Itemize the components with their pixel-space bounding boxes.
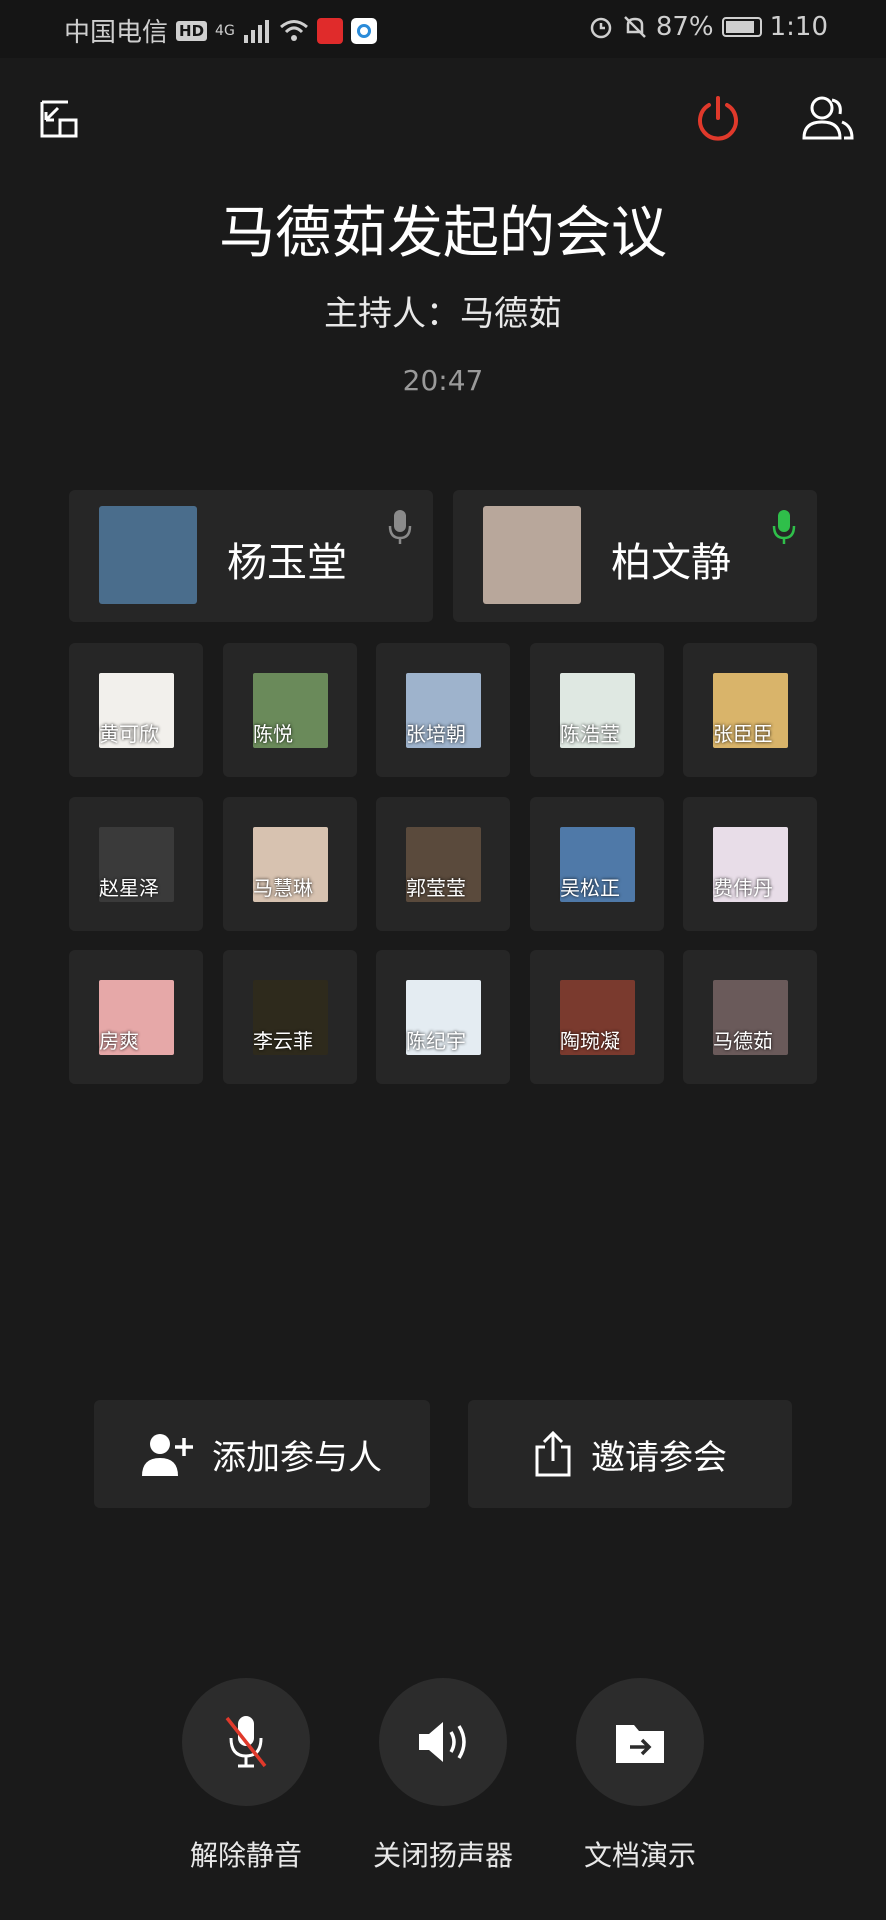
mic-off-icon [225, 1716, 267, 1768]
participant-tile[interactable]: 费伟丹 [683, 797, 817, 931]
hd-badge: HD [176, 20, 208, 41]
participant-name: 张臣臣 [713, 722, 773, 746]
participant-tile[interactable]: 陶琬凝 [530, 950, 664, 1084]
meeting-timer: 20:47 [402, 364, 484, 397]
mic-speaking-icon [772, 510, 796, 544]
network-4g-label: 4G [215, 22, 235, 39]
participants-list-icon[interactable] [800, 94, 854, 142]
carrier-label: 中国电信 [64, 18, 169, 48]
battery-icon [721, 17, 762, 37]
participant-tile[interactable]: 陈悦 [223, 643, 357, 777]
unmute-label: 解除静音 [189, 1839, 302, 1872]
status-bar: 中国电信 HD 4G 87% 1:10 [0, 0, 886, 58]
participant-tile[interactable]: 吴松正 [530, 797, 664, 931]
participant-name: 费伟丹 [713, 876, 773, 900]
participant-name: 吴松正 [560, 876, 620, 900]
participant-tile[interactable]: 房爽 [69, 950, 203, 1084]
app-notification-icon [316, 17, 343, 44]
folder-share-icon [616, 1725, 664, 1763]
unmute-button[interactable] [182, 1678, 310, 1806]
participant-name: 房爽 [99, 1029, 139, 1053]
speaker-volume-icon [419, 1722, 466, 1762]
alarm-icon [590, 17, 612, 39]
mute-bell-icon [623, 16, 646, 38]
participant-name: 黄可欣 [99, 722, 159, 746]
minimize-window-icon[interactable] [38, 98, 80, 140]
participant-name: 陈浩莹 [560, 722, 620, 746]
participant-tile[interactable]: 马德茹 [683, 950, 817, 1084]
participant-tile[interactable]: 马慧琳 [223, 797, 357, 931]
share-icon [535, 1431, 571, 1477]
participant-name: 张培朝 [406, 722, 466, 746]
add-participant-label: 添加参与人 [212, 1437, 382, 1478]
invite-label: 邀请参会 [591, 1437, 727, 1478]
speaker-name: 柏文静 [611, 540, 731, 586]
battery-percent: 87% [655, 12, 714, 42]
signal-icon [243, 19, 269, 43]
participant-tile[interactable]: 黄可欣 [69, 643, 203, 777]
participant-tile[interactable]: 郭莹莹 [376, 797, 510, 931]
participant-tile[interactable]: 张培朝 [376, 643, 510, 777]
participant-name: 郭莹莹 [406, 876, 466, 900]
add-participant-button[interactable]: 添加参与人 [94, 1400, 430, 1508]
wifi-icon [279, 19, 308, 41]
speaker-card[interactable]: 柏文静 [453, 490, 817, 622]
end-meeting-power-icon[interactable] [694, 94, 742, 142]
meeting-title: 马德茹发起的会议 [219, 201, 667, 266]
participant-name: 赵星泽 [99, 876, 159, 900]
speaker-label: 关闭扬声器 [372, 1839, 513, 1872]
participant-name: 马慧琳 [253, 876, 313, 900]
speaker-toggle-button[interactable] [379, 1678, 507, 1806]
speaker-card[interactable]: 杨玉堂 [69, 490, 433, 622]
avatar [483, 506, 581, 604]
participant-name: 陈纪宇 [406, 1029, 466, 1053]
document-share-button[interactable] [576, 1678, 704, 1806]
avatar [99, 506, 197, 604]
participant-name: 陶琬凝 [560, 1029, 620, 1053]
participant-name: 李云菲 [253, 1029, 313, 1053]
mic-muted-icon [388, 510, 412, 544]
participant-tile[interactable]: 陈纪宇 [376, 950, 510, 1084]
invite-button[interactable]: 邀请参会 [468, 1400, 792, 1508]
clock: 1:10 [769, 12, 828, 42]
meeting-host: 主持人：马德茹 [324, 294, 562, 334]
participant-tile[interactable]: 张臣臣 [683, 643, 817, 777]
participant-name: 陈悦 [253, 722, 293, 746]
add-user-icon [142, 1434, 193, 1476]
participant-tile[interactable]: 赵星泽 [69, 797, 203, 931]
participant-tile[interactable]: 李云菲 [223, 950, 357, 1084]
speaker-name: 杨玉堂 [227, 540, 347, 586]
browser-notification-icon [350, 17, 377, 44]
participant-name: 马德茹 [713, 1029, 773, 1053]
document-share-label: 文档演示 [583, 1839, 696, 1872]
participant-tile[interactable]: 陈浩莹 [530, 643, 664, 777]
